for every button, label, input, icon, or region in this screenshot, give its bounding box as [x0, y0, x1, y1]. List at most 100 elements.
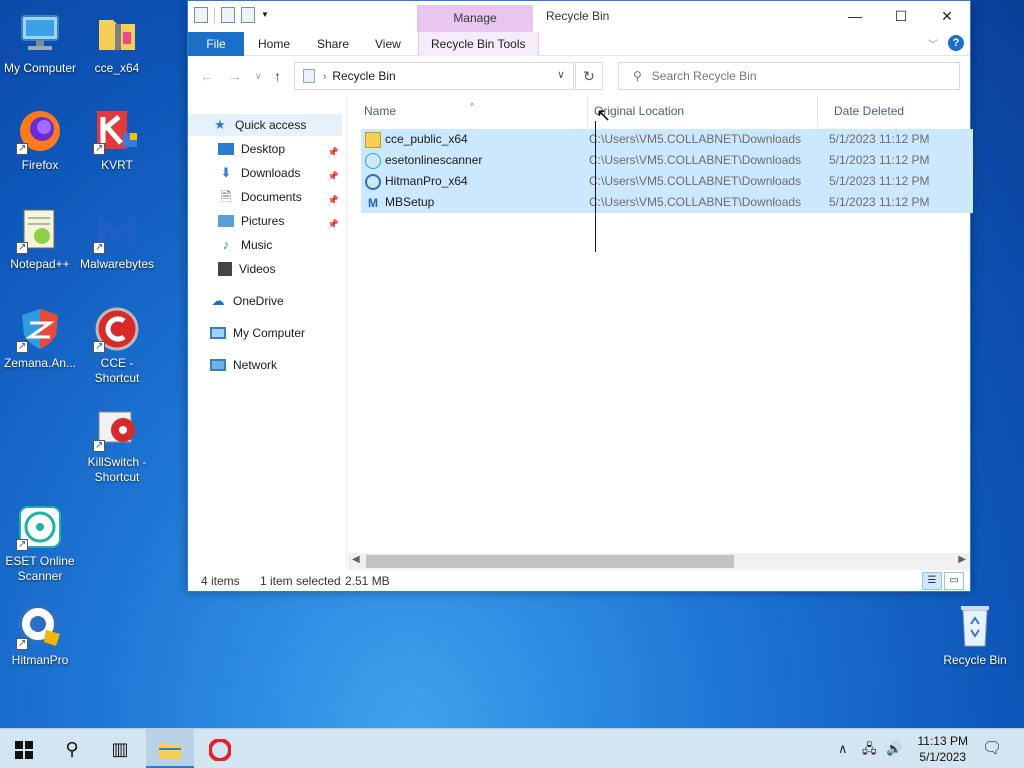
notepadpp-icon — [16, 206, 64, 255]
network-tray-icon[interactable]: 🖧 — [862, 729, 877, 768]
recycle-bin-icon — [951, 602, 999, 650]
desktop-icon-malwarebytes[interactable]: Malwarebytes — [77, 206, 157, 272]
desktop-icon-kvrt[interactable]: KVRT — [77, 107, 157, 173]
large-icons-view-icon[interactable]: ▭ — [944, 572, 964, 590]
nav-videos[interactable]: Videos — [218, 258, 342, 280]
search-taskbar-button[interactable]: ⚲ — [48, 729, 96, 768]
expand-ribbon-chevron-icon[interactable]: ﹀ — [928, 36, 938, 51]
file-row[interactable]: esetonlinescanner C:\Users\VM5.COLLABNET… — [361, 150, 973, 171]
desktop-folder-icon — [218, 143, 234, 155]
explorer-window[interactable]: ▼ Manage Recycle Bin — ☐ ✕ File Home Sha… — [187, 0, 973, 592]
hitmanpro-file-icon — [365, 173, 381, 190]
nav-my-computer[interactable]: My Computer — [210, 322, 342, 344]
tab-file[interactable]: File — [188, 32, 244, 56]
desktop-icon-eset-online-scanner[interactable]: ESET Online Scanner — [0, 503, 80, 584]
desktop-icon-zemana[interactable]: Zemana.An... — [0, 305, 80, 371]
computer-icon — [210, 327, 226, 339]
nav-onedrive[interactable]: ☁ OneDrive — [210, 290, 342, 312]
maximize-button[interactable]: ☐ — [878, 1, 924, 31]
column-header-date-deleted[interactable]: Date Deleted — [818, 96, 970, 126]
nav-network[interactable]: Network — [210, 354, 342, 376]
recycle-bin-small-icon[interactable] — [194, 7, 208, 23]
scrollbar-thumb[interactable] — [366, 555, 734, 568]
desktop-icon-recycle-bin[interactable]: Recycle Bin — [935, 602, 1015, 668]
zip-file-icon — [365, 131, 381, 148]
title-bar[interactable]: ▼ Manage Recycle Bin — ☐ ✕ — [188, 1, 970, 32]
desktop-icon-my-computer[interactable]: My Computer — [0, 10, 80, 76]
nav-downloads[interactable]: ⬇ Downloads 📌 — [218, 162, 342, 184]
chevron-down-icon[interactable]: ∨ — [557, 68, 565, 81]
show-hidden-icons-chevron-icon[interactable]: ∧ — [838, 729, 848, 768]
desktop-icon-firefox[interactable]: Firefox — [0, 107, 80, 173]
music-note-icon: ♪ — [222, 237, 230, 252]
recent-locations-chevron-icon[interactable]: ∨ — [255, 71, 262, 82]
file-row[interactable]: cce_public_x64 C:\Users\VM5.COLLABNET\Do… — [361, 129, 973, 150]
nav-quick-access[interactable]: ★ Quick access — [188, 114, 342, 136]
up-arrow-icon[interactable]: ↑ — [274, 68, 281, 84]
manage-context-tab[interactable]: Manage — [417, 5, 533, 32]
nav-desktop[interactable]: Desktop 📌 — [218, 138, 342, 160]
tab-home[interactable]: Home — [246, 32, 302, 56]
volume-icon[interactable]: 🔊 — [886, 729, 902, 768]
forward-arrow-icon[interactable]: → — [228, 68, 242, 84]
column-header-name[interactable]: Name ^ — [348, 96, 588, 126]
task-view-button[interactable]: ▥ — [96, 729, 144, 768]
scroll-left-arrow-icon[interactable]: ◀ — [352, 554, 360, 565]
taskbar-file-explorer[interactable] — [146, 729, 194, 768]
breadcrumb-recycle-bin[interactable]: Recycle Bin — [332, 69, 395, 83]
shortcut-arrow-icon — [93, 339, 105, 354]
clock[interactable]: 11:13 PM 5/1/2023 — [918, 733, 968, 765]
close-button[interactable]: ✕ — [924, 1, 970, 31]
refresh-button[interactable]: ↻ — [575, 62, 603, 90]
desktop-icon-notepadpp[interactable]: Notepad++ — [0, 206, 80, 272]
nav-documents[interactable]: 🗎 Documents 📌 — [218, 186, 342, 208]
pictures-icon — [218, 215, 234, 227]
new-folder-icon[interactable] — [241, 7, 255, 23]
column-header-original-location[interactable]: Original Location — [578, 96, 818, 126]
tab-recycle-bin-tools[interactable]: Recycle Bin Tools — [418, 32, 539, 56]
start-button[interactable] — [0, 729, 48, 768]
shortcut-arrow-icon — [16, 636, 28, 651]
notifications-icon[interactable]: 🗨 — [982, 729, 1002, 768]
back-arrow-icon[interactable]: ← — [200, 68, 214, 84]
killswitch-icon — [93, 404, 141, 453]
pin-icon[interactable]: 📌 — [328, 189, 339, 211]
properties-icon[interactable] — [221, 7, 235, 23]
desktop-icon-cce-x64[interactable]: cce_x64 — [77, 10, 157, 76]
zip-folder-icon — [93, 10, 141, 58]
computer-icon — [16, 10, 64, 58]
window-controls: — ☐ ✕ — [832, 1, 970, 31]
star-icon: ★ — [214, 117, 226, 132]
desktop-icon-hitmanpro[interactable]: HitmanPro — [0, 602, 80, 668]
file-row[interactable]: M MBSetup C:\Users\VM5.COLLABNET\Downloa… — [361, 192, 973, 213]
help-icon[interactable]: ? — [948, 35, 964, 51]
pane-divider[interactable] — [346, 96, 347, 566]
desktop-icon-killswitch-shortcut[interactable]: KillSwitch - Shortcut — [77, 404, 157, 485]
desktop-icon-cce-shortcut[interactable]: CCE - Shortcut — [77, 305, 157, 386]
scroll-right-arrow-icon[interactable]: ▶ — [958, 554, 966, 565]
details-view-icon[interactable]: ☰ — [922, 572, 942, 590]
pin-icon[interactable]: 📌 — [328, 213, 339, 235]
chevron-right-icon: › — [323, 70, 327, 82]
recycle-bin-small-icon — [303, 69, 315, 83]
nav-pictures[interactable]: Pictures 📌 — [218, 210, 342, 232]
status-bar: 4 items 1 item selected 2.51 MB ☰ ▭ — [188, 570, 970, 592]
pin-icon[interactable]: 📌 — [328, 141, 339, 163]
tab-view[interactable]: View — [363, 32, 413, 56]
nav-music[interactable]: ♪ Music — [218, 234, 342, 256]
taskbar-opera[interactable] — [196, 729, 244, 768]
horizontal-scrollbar[interactable]: ◀ ▶ — [348, 553, 970, 570]
minimize-button[interactable]: — — [832, 1, 878, 31]
shortcut-arrow-icon — [93, 240, 105, 255]
selection-status: 1 item selected — [260, 574, 341, 588]
document-icon: 🗎 — [220, 189, 232, 204]
file-row[interactable]: HitmanPro_x64 C:\Users\VM5.COLLABNET\Dow… — [361, 171, 973, 192]
window-title: Recycle Bin — [546, 9, 610, 23]
cloud-icon: ☁ — [211, 293, 225, 308]
taskbar: ⚲ ▥ ∧ 🖧 🔊 11:13 PM 5/1/2023 🗨 — [0, 728, 1024, 768]
tab-share[interactable]: Share — [305, 32, 361, 56]
address-bar[interactable]: › Recycle Bin ∨ — [294, 62, 574, 90]
pin-icon[interactable]: 📌 — [328, 165, 339, 187]
search-box[interactable]: ⚲ Search Recycle Bin — [618, 62, 960, 90]
chevron-down-icon[interactable]: ▼ — [261, 7, 275, 23]
